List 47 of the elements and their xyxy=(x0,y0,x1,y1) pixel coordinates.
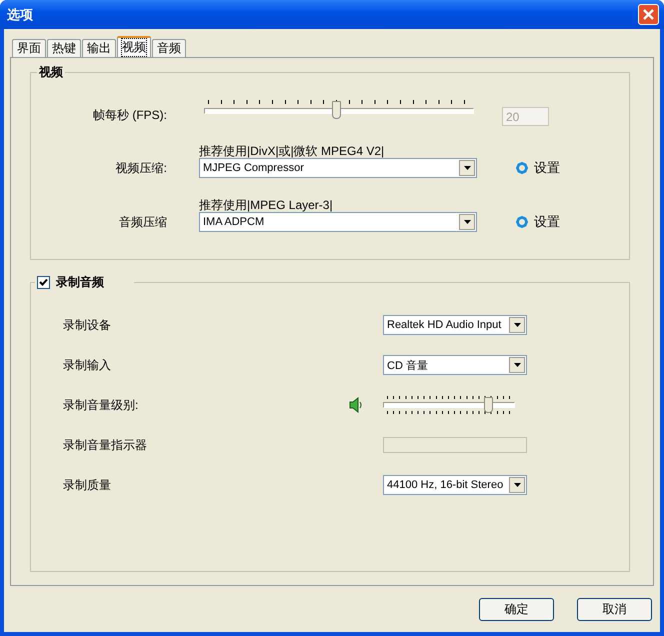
tab[interactable]: 视频 xyxy=(117,36,151,57)
slider-thumb[interactable] xyxy=(484,397,493,413)
field-label: 录制输入 xyxy=(63,356,111,374)
group-title: 视频 xyxy=(38,64,64,81)
caret-icon xyxy=(514,323,520,327)
tab[interactable]: 输出 xyxy=(82,39,116,57)
settings-button[interactable]: 设置 xyxy=(516,213,560,231)
field-label: 录制音量指示器 xyxy=(63,436,147,454)
dropdown-button[interactable] xyxy=(509,317,525,333)
tab[interactable]: 热键 xyxy=(47,39,81,57)
close-icon xyxy=(643,9,654,20)
dropdown[interactable]: IMA ADPCM xyxy=(199,212,477,232)
dropdown-button[interactable] xyxy=(509,357,525,373)
dropdown-button[interactable] xyxy=(459,160,475,176)
dropdown[interactable]: CD 音量 xyxy=(383,355,527,375)
dropdown-button[interactable] xyxy=(509,477,525,493)
field-label: 录制质量 xyxy=(63,476,111,494)
dropdown[interactable]: 44100 Hz, 16-bit Stereo xyxy=(383,475,527,495)
hint-text: 推荐使用|DivX|或|微软 MPEG4 V2| xyxy=(199,144,386,158)
gear-icon xyxy=(516,216,528,228)
hint-text: 推荐使用|MPEG Layer-3| xyxy=(199,198,334,212)
tab[interactable]: 界面 xyxy=(12,39,46,57)
field-label: 音频压缩 xyxy=(118,214,167,230)
caret-icon xyxy=(514,483,520,487)
field-label: 视频压缩: xyxy=(114,160,167,176)
dropdown-button[interactable] xyxy=(459,214,475,230)
checkbox[interactable] xyxy=(37,276,50,289)
caret-icon xyxy=(514,363,520,367)
caret-icon xyxy=(464,220,470,224)
group-title: 录制音频 xyxy=(56,274,104,291)
settings-button[interactable]: 设置 xyxy=(516,159,560,177)
window-title: 选项 xyxy=(7,6,33,24)
dialog-button[interactable]: 取消 xyxy=(577,598,652,621)
caret-icon xyxy=(464,166,470,170)
field-label: 帧每秒 (FPS): xyxy=(92,107,167,124)
dropdown[interactable]: Realtek HD Audio Input xyxy=(383,315,527,335)
dropdown[interactable]: MJPEG Compressor xyxy=(199,158,477,178)
speaker-icon xyxy=(349,397,363,413)
close-button[interactable] xyxy=(638,4,659,25)
check-icon xyxy=(39,278,48,287)
field-label: 录制音量级别: xyxy=(63,396,138,414)
slider[interactable] xyxy=(204,100,474,119)
tab[interactable]: 音频 xyxy=(152,39,186,57)
slider[interactable] xyxy=(383,396,515,414)
dialog-button[interactable]: 确定 xyxy=(479,598,554,621)
field-label: 录制设备 xyxy=(63,316,111,334)
gear-icon xyxy=(516,162,528,174)
